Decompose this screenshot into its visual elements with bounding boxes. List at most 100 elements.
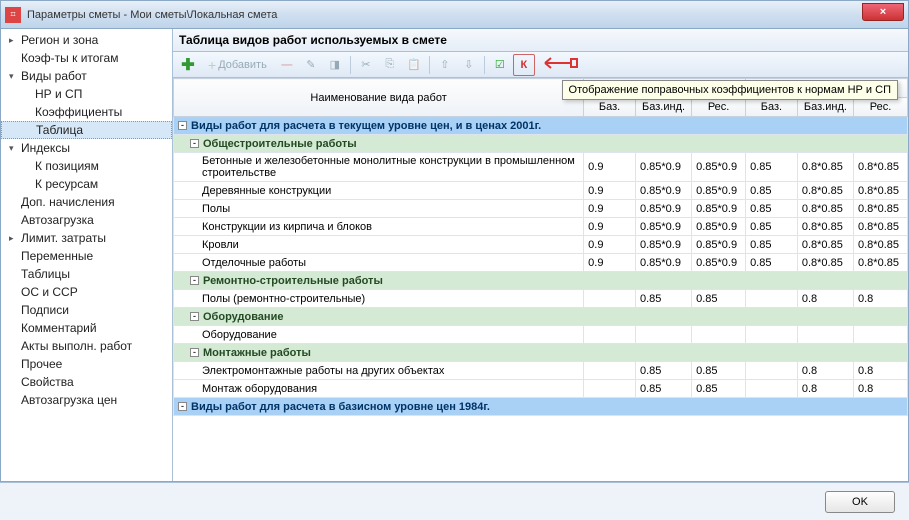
sidebar-item[interactable]: ▾Индексы bbox=[1, 139, 172, 157]
down-icon[interactable]: ⇩ bbox=[458, 54, 480, 76]
table-row[interactable]: Оборудование bbox=[174, 326, 908, 344]
table-row[interactable]: -Оборудование bbox=[174, 308, 908, 326]
sidebar-item[interactable]: ▸Регион и зона bbox=[1, 31, 172, 49]
col-sub-1[interactable]: Баз.инд. bbox=[635, 98, 691, 117]
sidebar-item[interactable]: ОС и ССР bbox=[1, 283, 172, 301]
value-cell[interactable]: 0.8 bbox=[797, 290, 853, 308]
value-cell[interactable]: 0.85 bbox=[746, 218, 798, 236]
col-sub-5[interactable]: Рес. bbox=[854, 98, 908, 117]
table-row[interactable]: Полы (ремонтно-строительные)0.850.850.80… bbox=[174, 290, 908, 308]
collapse-icon[interactable]: - bbox=[190, 312, 199, 321]
value-cell[interactable]: 0.9 bbox=[584, 153, 636, 182]
value-cell[interactable]: 0.85*0.9 bbox=[635, 254, 691, 272]
value-cell[interactable] bbox=[692, 326, 746, 344]
check-icon[interactable]: ☑ bbox=[489, 54, 511, 76]
value-cell[interactable]: 0.85*0.9 bbox=[635, 200, 691, 218]
value-cell[interactable]: 0.8 bbox=[797, 362, 853, 380]
value-cell[interactable]: 0.8 bbox=[797, 380, 853, 398]
copy-icon[interactable]: ⎘ bbox=[379, 54, 401, 76]
value-cell[interactable] bbox=[584, 380, 636, 398]
value-cell[interactable]: 0.85*0.9 bbox=[635, 182, 691, 200]
value-cell[interactable]: 0.85 bbox=[692, 362, 746, 380]
value-cell[interactable]: 0.9 bbox=[584, 200, 636, 218]
value-cell[interactable] bbox=[584, 290, 636, 308]
value-cell[interactable] bbox=[746, 362, 798, 380]
cut-icon[interactable]: ✂ bbox=[355, 54, 377, 76]
value-cell[interactable]: 0.8*0.85 bbox=[854, 153, 908, 182]
sidebar-item[interactable]: Таблица bbox=[1, 121, 172, 139]
table-row[interactable]: Конструкции из кирпича и блоков0.90.85*0… bbox=[174, 218, 908, 236]
col-sub-2[interactable]: Рес. bbox=[692, 98, 746, 117]
value-cell[interactable]: 0.8*0.85 bbox=[854, 200, 908, 218]
sidebar[interactable]: ▸Регион и зонаКоэф-ты к итогам▾Виды рабо… bbox=[1, 29, 173, 481]
value-cell[interactable]: 0.85 bbox=[692, 290, 746, 308]
paste-icon[interactable]: 📋 bbox=[403, 54, 425, 76]
sidebar-item[interactable]: Автозагрузка цен bbox=[1, 391, 172, 409]
value-cell[interactable]: 0.85 bbox=[635, 290, 691, 308]
value-cell[interactable]: 0.8*0.85 bbox=[854, 182, 908, 200]
close-button[interactable]: × bbox=[862, 3, 904, 21]
value-cell[interactable]: 0.85 bbox=[746, 254, 798, 272]
value-cell[interactable]: 0.85 bbox=[635, 380, 691, 398]
value-cell[interactable]: 0.8 bbox=[854, 290, 908, 308]
value-cell[interactable]: 0.8*0.85 bbox=[797, 153, 853, 182]
value-cell[interactable]: 0.8 bbox=[854, 362, 908, 380]
table-row[interactable]: -Общестроительные работы bbox=[174, 135, 908, 153]
collapse-icon[interactable]: - bbox=[178, 402, 187, 411]
value-cell[interactable] bbox=[584, 362, 636, 380]
collapse-icon[interactable]: - bbox=[190, 276, 199, 285]
table-row[interactable]: -Виды работ для расчета в базисном уровн… bbox=[174, 398, 908, 416]
eraser-icon[interactable]: ◨ bbox=[324, 54, 346, 76]
value-cell[interactable]: 0.8*0.85 bbox=[854, 236, 908, 254]
value-cell[interactable]: 0.8 bbox=[854, 380, 908, 398]
sidebar-item[interactable]: Прочее bbox=[1, 355, 172, 373]
sidebar-item[interactable]: Свойства bbox=[1, 373, 172, 391]
sidebar-item[interactable]: Таблицы bbox=[1, 265, 172, 283]
table-row[interactable]: Отделочные работы0.90.85*0.90.85*0.90.85… bbox=[174, 254, 908, 272]
value-cell[interactable]: 0.8*0.85 bbox=[797, 236, 853, 254]
sidebar-item[interactable]: НР и СП bbox=[1, 85, 172, 103]
value-cell[interactable]: 0.8*0.85 bbox=[854, 218, 908, 236]
sidebar-item[interactable]: К ресурсам bbox=[1, 175, 172, 193]
sidebar-item[interactable]: Доп. начисления bbox=[1, 193, 172, 211]
collapse-icon[interactable]: - bbox=[190, 139, 199, 148]
table-row[interactable]: Кровли0.90.85*0.90.85*0.90.850.8*0.850.8… bbox=[174, 236, 908, 254]
sidebar-item[interactable]: ▾Виды работ bbox=[1, 67, 172, 85]
value-cell[interactable] bbox=[635, 326, 691, 344]
col-sub-4[interactable]: Баз.инд. bbox=[797, 98, 853, 117]
table-row[interactable]: -Ремонтно-строительные работы bbox=[174, 272, 908, 290]
table-row[interactable]: Электромонтажные работы на других объект… bbox=[174, 362, 908, 380]
table-row[interactable]: -Монтажные работы bbox=[174, 344, 908, 362]
value-cell[interactable]: 0.85*0.9 bbox=[692, 153, 746, 182]
table-wrap[interactable]: Наименование вида работ Поправочные к-ты… bbox=[173, 78, 908, 481]
col-sub-3[interactable]: Баз. bbox=[746, 98, 798, 117]
value-cell[interactable]: 0.85 bbox=[746, 200, 798, 218]
value-cell[interactable]: 0.85 bbox=[746, 153, 798, 182]
table-row[interactable]: -Виды работ для расчета в текущем уровне… bbox=[174, 117, 908, 135]
sidebar-item[interactable]: Автозагрузка bbox=[1, 211, 172, 229]
sidebar-item[interactable]: Подписи bbox=[1, 301, 172, 319]
value-cell[interactable]: 0.85 bbox=[692, 380, 746, 398]
value-cell[interactable]: 0.9 bbox=[584, 254, 636, 272]
value-cell[interactable] bbox=[746, 380, 798, 398]
collapse-icon[interactable]: - bbox=[178, 121, 187, 130]
ok-button[interactable]: OK bbox=[825, 491, 895, 513]
value-cell[interactable]: 0.85*0.9 bbox=[635, 236, 691, 254]
value-cell[interactable]: 0.85*0.9 bbox=[692, 182, 746, 200]
table-row[interactable]: Деревянные конструкции0.90.85*0.90.85*0.… bbox=[174, 182, 908, 200]
sidebar-item[interactable]: Переменные bbox=[1, 247, 172, 265]
add-new-icon[interactable]: ✚ bbox=[177, 54, 199, 76]
value-cell[interactable]: 0.85*0.9 bbox=[635, 218, 691, 236]
up-icon[interactable]: ⇧ bbox=[434, 54, 456, 76]
sidebar-item[interactable]: Комментарий bbox=[1, 319, 172, 337]
collapse-icon[interactable]: - bbox=[190, 348, 199, 357]
value-cell[interactable]: 0.85 bbox=[746, 182, 798, 200]
value-cell[interactable]: 0.8*0.85 bbox=[854, 254, 908, 272]
value-cell[interactable] bbox=[854, 326, 908, 344]
value-cell[interactable] bbox=[797, 326, 853, 344]
value-cell[interactable]: 0.8*0.85 bbox=[797, 218, 853, 236]
value-cell[interactable]: 0.85 bbox=[635, 362, 691, 380]
value-cell[interactable]: 0.8*0.85 bbox=[797, 200, 853, 218]
value-cell[interactable]: 0.9 bbox=[584, 218, 636, 236]
value-cell[interactable] bbox=[584, 326, 636, 344]
